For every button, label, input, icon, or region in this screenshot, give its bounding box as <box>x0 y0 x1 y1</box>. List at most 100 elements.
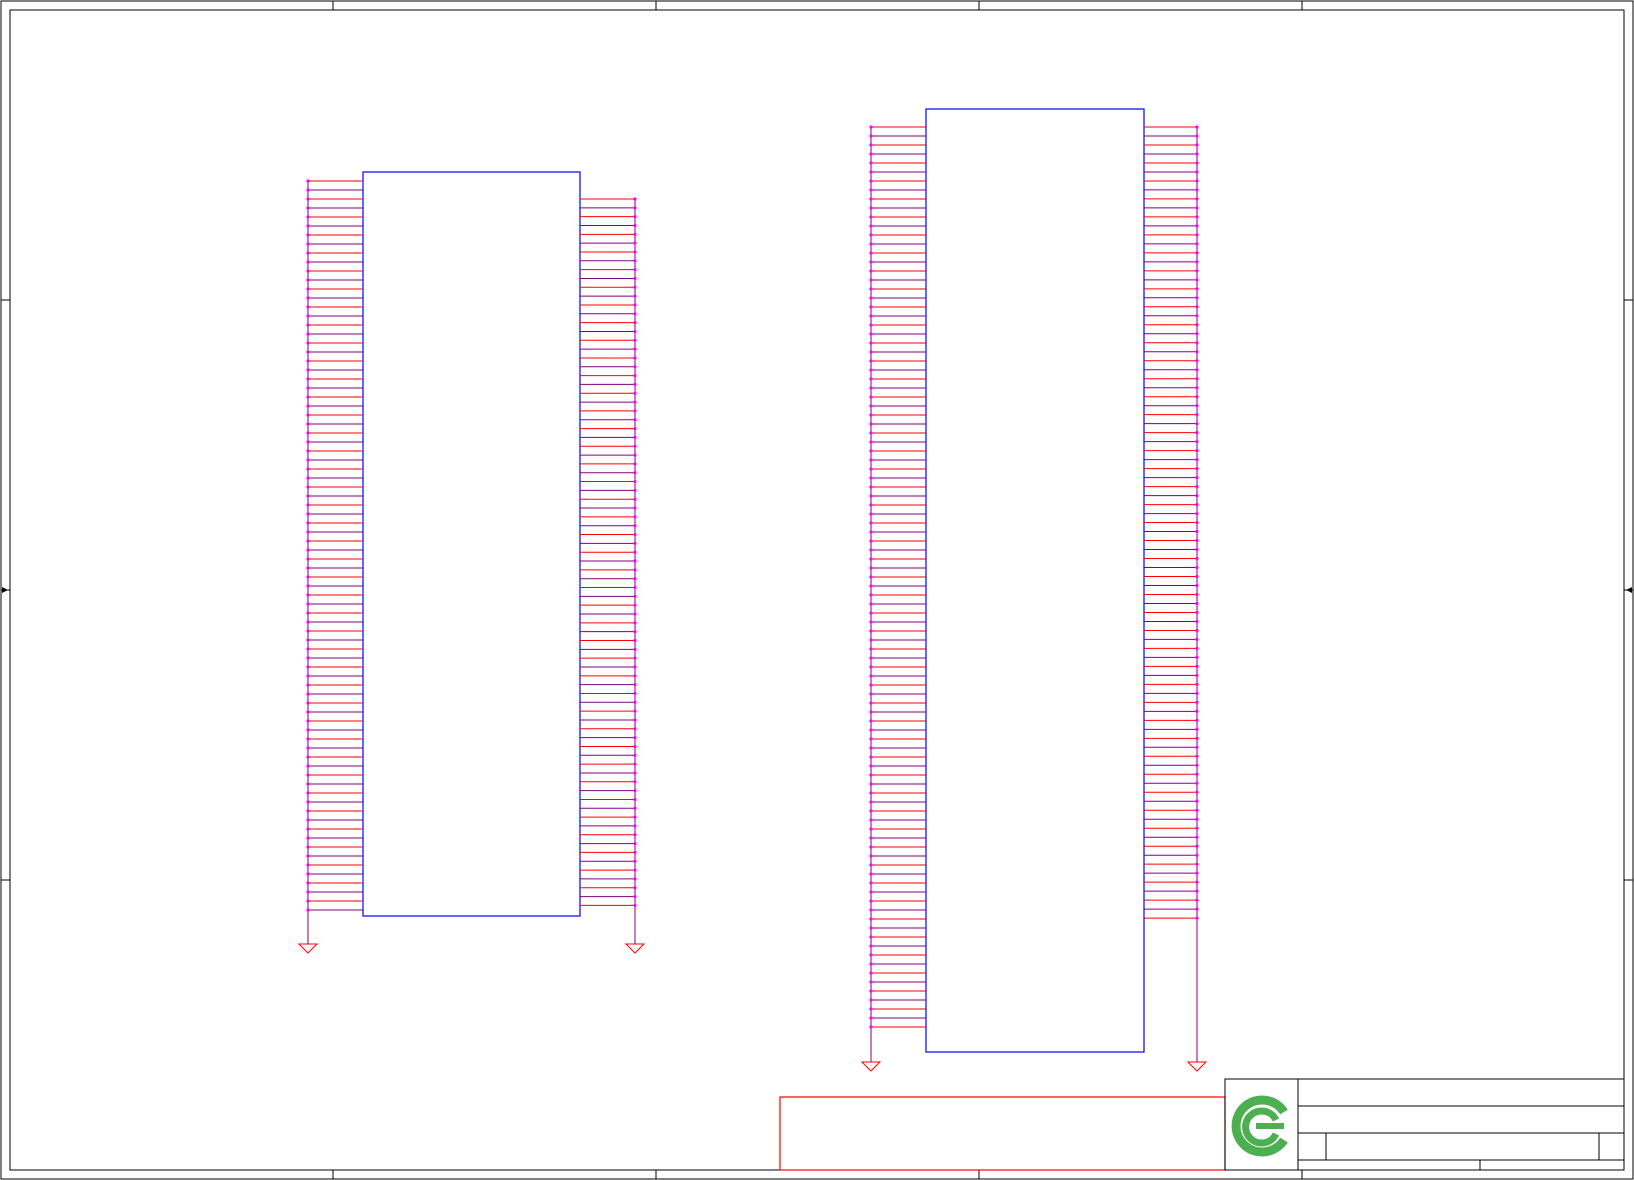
junction-dot <box>869 602 873 606</box>
connector-right[interactable] <box>869 108 1199 1062</box>
junction-dot <box>1195 772 1199 776</box>
junction-dot <box>869 179 873 183</box>
junction-dot <box>306 458 310 462</box>
junction-dot <box>306 611 310 615</box>
junction-dot <box>869 269 873 273</box>
junction-dot <box>633 462 637 466</box>
junction-dot <box>306 242 310 246</box>
junction-dot <box>306 620 310 624</box>
junction-dot <box>869 125 873 129</box>
junction-dot <box>633 647 637 651</box>
junction-dot <box>306 197 310 201</box>
junction-dot <box>306 890 310 894</box>
junction-dot <box>306 800 310 804</box>
junction-dot <box>633 656 637 660</box>
ground-symbol[interactable] <box>1186 1061 1208 1072</box>
junction-dot <box>633 815 637 819</box>
junction-dot <box>306 665 310 669</box>
junction-dot <box>1195 826 1199 830</box>
junction-dot <box>306 251 310 255</box>
junction-dot <box>306 593 310 597</box>
junction-dot <box>1195 152 1199 156</box>
junction-dot <box>633 771 637 775</box>
junction-dot <box>306 332 310 336</box>
junction-dot <box>306 629 310 633</box>
junction-dot <box>869 161 873 165</box>
junction-dot <box>633 594 637 598</box>
junction-dot <box>869 980 873 984</box>
junction-dot <box>1195 197 1199 201</box>
ground-symbol[interactable] <box>860 1061 882 1072</box>
junction-dot <box>633 515 637 519</box>
connector-right-left-pins <box>869 125 926 1062</box>
junction-dot <box>306 863 310 867</box>
junction-dot <box>869 674 873 678</box>
junction-dot <box>869 971 873 975</box>
junction-dot <box>869 341 873 345</box>
junction-dot <box>306 476 310 480</box>
junction-dot <box>1195 296 1199 300</box>
junction-dot <box>306 782 310 786</box>
junction-dot <box>306 584 310 588</box>
junction-dot <box>306 179 310 183</box>
connector-right-right-pins <box>1144 125 1199 1062</box>
junction-dot <box>1195 368 1199 372</box>
ground-symbol[interactable] <box>297 943 319 954</box>
junction-dot <box>869 413 873 417</box>
junction-dot <box>1195 233 1199 237</box>
junction-dot <box>869 467 873 471</box>
junction-dot <box>1195 763 1199 767</box>
junction-dot <box>1195 206 1199 210</box>
junction-dot <box>306 683 310 687</box>
junction-dot <box>633 630 637 634</box>
junction-dot <box>633 497 637 501</box>
junction-dot <box>633 285 637 289</box>
junction-dot <box>306 314 310 318</box>
junction-dot <box>306 827 310 831</box>
junction-dot <box>869 782 873 786</box>
connector-right-body[interactable] <box>925 108 1145 1053</box>
junction-dot <box>1195 350 1199 354</box>
junction-dot <box>1195 413 1199 417</box>
junction-dot <box>1195 700 1199 704</box>
junction-dot <box>1195 889 1199 893</box>
junction-dot <box>633 426 637 431</box>
junction-dot <box>633 532 637 537</box>
junction-dot <box>306 701 310 705</box>
junction-dot <box>869 557 873 561</box>
junction-dot <box>306 368 310 372</box>
junction-dot <box>1195 745 1199 749</box>
junction-dot <box>1195 215 1199 219</box>
ground-symbol[interactable] <box>624 943 646 954</box>
junction-dot <box>306 737 310 741</box>
junction-dot <box>1195 476 1199 480</box>
junction-dot <box>869 431 873 435</box>
junction-dot <box>869 170 873 174</box>
junction-dot <box>869 809 873 813</box>
connector-left[interactable] <box>306 171 637 944</box>
junction-dot <box>1195 287 1199 291</box>
junction-dot <box>869 908 873 912</box>
junction-dot <box>869 287 873 291</box>
junction-dot <box>1195 422 1199 426</box>
junction-dot <box>869 242 873 246</box>
junction-dot <box>1195 449 1199 453</box>
center-mark-arrows <box>2 587 1632 593</box>
junction-dot <box>869 521 873 525</box>
junction-dot <box>306 431 310 435</box>
junction-dot <box>1195 161 1199 165</box>
junction-dot <box>1195 583 1199 588</box>
junction-dot <box>869 566 873 570</box>
junction-dot <box>633 621 637 625</box>
junction-dot <box>1195 664 1199 669</box>
sheet-frame <box>0 0 1634 1180</box>
junction-dot <box>1195 511 1199 516</box>
junction-dot <box>306 521 310 525</box>
junction-dot <box>869 350 873 354</box>
junction-dot <box>306 836 310 840</box>
junction-dot <box>1195 377 1199 381</box>
connector-left-body[interactable] <box>362 171 581 917</box>
junction-dot <box>633 789 637 793</box>
junction-dot <box>633 391 637 395</box>
junction-dot <box>306 503 310 507</box>
